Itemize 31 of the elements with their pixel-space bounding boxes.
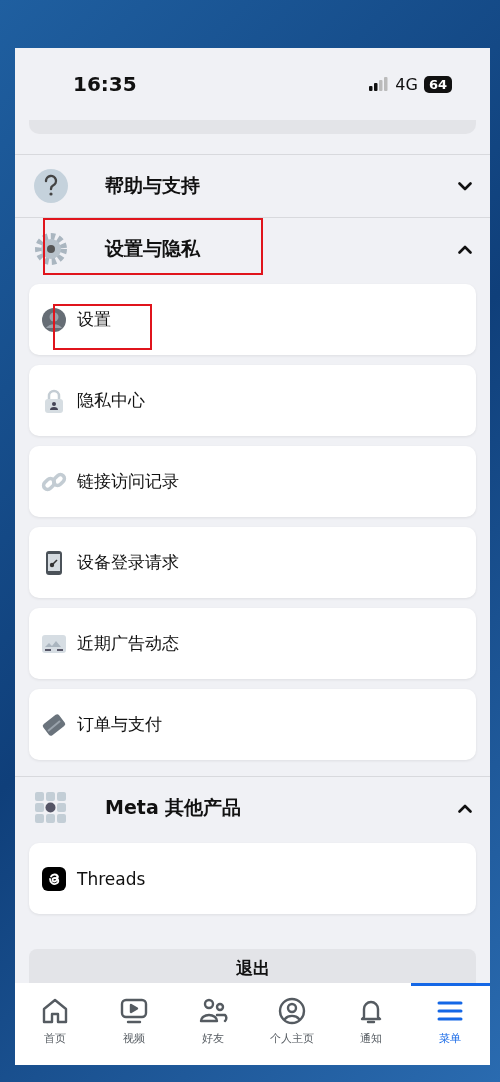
tab[interactable]: 视频 — [94, 983, 174, 1065]
battery-level: 64 — [423, 75, 452, 93]
section-header[interactable]: Meta 其他产品 — [15, 777, 490, 839]
tab[interactable]: 通知 — [331, 983, 411, 1065]
section-header[interactable]: 帮助与支持 — [15, 154, 490, 217]
chevron-icon — [458, 181, 472, 191]
menu-item[interactable]: 设置 — [29, 284, 476, 355]
tab[interactable]: 个人主页 — [252, 983, 332, 1065]
menu-item[interactable]: 近期广告动态 — [29, 608, 476, 679]
avatar-icon — [41, 306, 67, 333]
network-label: 4G — [395, 74, 418, 94]
video-icon — [118, 996, 149, 1026]
gear-icon — [33, 231, 69, 267]
section-header[interactable]: 设置与隐私 — [15, 217, 490, 280]
profile-icon — [277, 996, 308, 1026]
grid-icon — [33, 790, 69, 826]
tab[interactable]: 好友 — [173, 983, 253, 1065]
tab[interactable]: 首页 — [15, 983, 95, 1065]
menu-item[interactable]: 隐私中心 — [29, 365, 476, 436]
menu-item[interactable]: 设备登录请求 — [29, 527, 476, 598]
status-time: 16:35 — [73, 72, 137, 96]
tab[interactable]: 菜单 — [410, 983, 490, 1065]
signal-icon — [369, 77, 390, 91]
chevron-icon — [458, 803, 472, 813]
chevron-icon — [458, 244, 472, 254]
menu-item[interactable]: 链接访问记录 — [29, 446, 476, 517]
menu-item[interactable]: 订单与支付 — [29, 689, 476, 760]
threads-icon — [41, 865, 67, 892]
help-icon — [33, 168, 69, 204]
menu-item[interactable]: Threads — [29, 843, 476, 914]
logout-button[interactable]: 退出 — [29, 949, 476, 983]
